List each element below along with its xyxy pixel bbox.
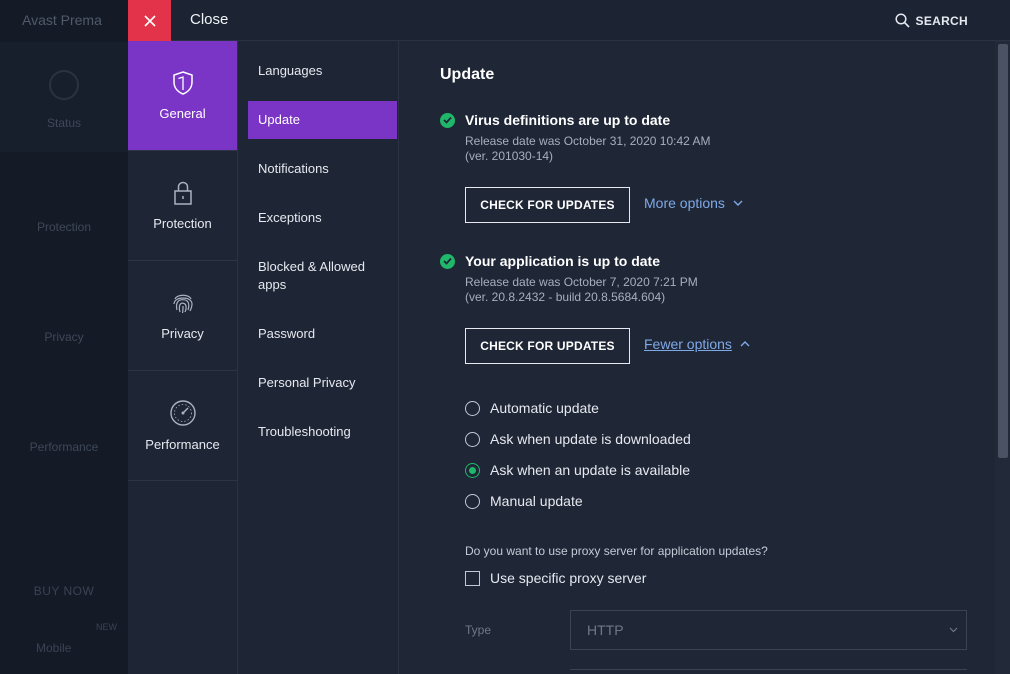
radio-label: Ask when an update is available	[490, 462, 691, 478]
radio-button-selected[interactable]	[465, 462, 480, 478]
application-status-title: Your application is up to date	[465, 253, 660, 269]
virus-version: (ver. 201030-14)	[465, 149, 554, 163]
check-app-updates-button[interactable]: CHECK FOR UPDATES	[465, 328, 630, 364]
update-panel: Update Virus definitions are up to date …	[399, 41, 1010, 674]
app-version: (ver. 20.8.2432 - build 20.8.5684.604)	[465, 290, 666, 304]
close-button[interactable]	[128, 0, 171, 41]
app-release-date: Release date was October 7, 2020 7:21 PM	[465, 275, 698, 289]
background-mobile: Mobile	[36, 641, 72, 655]
category-protection[interactable]: Protection	[128, 151, 237, 261]
category-general[interactable]: General	[128, 41, 237, 151]
background-app-title: Avast Prema	[22, 12, 102, 28]
radio-label: Manual update	[490, 493, 583, 509]
proxy-type-value: HTTP	[587, 622, 624, 638]
search-label: SEARCH	[915, 13, 968, 28]
fewer-options-link[interactable]: Fewer options	[644, 336, 750, 352]
category-privacy[interactable]: Privacy	[128, 261, 237, 371]
radio-ask-when-available[interactable]: Ask when an update is available	[465, 462, 690, 478]
proxy-type-select[interactable]: HTTP	[570, 610, 967, 650]
proxy-checkbox-label: Use specific proxy server	[490, 570, 647, 586]
proxy-address-field[interactable]	[570, 669, 967, 674]
category-performance[interactable]: Performance	[128, 371, 237, 481]
check-circle-icon	[440, 253, 455, 269]
background-new-badge: NEW	[96, 622, 117, 632]
check-virus-updates-button[interactable]: CHECK FOR UPDATES	[465, 187, 630, 223]
fewer-options-label: Fewer options	[644, 336, 732, 352]
scrollbar-thumb[interactable]	[998, 44, 1008, 458]
submenu-update[interactable]: Update	[248, 101, 397, 139]
submenu-password[interactable]: Password	[248, 315, 397, 353]
fingerprint-icon	[172, 294, 193, 314]
search-button[interactable]: SEARCH	[894, 13, 968, 28]
settings-categories: General Protection Privacy Performance	[128, 41, 238, 674]
lock-icon	[173, 181, 192, 205]
submenu-exceptions[interactable]: Exceptions	[248, 199, 397, 237]
close-icon	[143, 14, 156, 27]
radio-manual-update[interactable]: Manual update	[465, 493, 583, 509]
page-title: Update	[440, 66, 495, 83]
submenu-notifications[interactable]: Notifications	[248, 150, 397, 188]
radio-label: Automatic update	[490, 400, 599, 416]
category-general-label: General	[159, 106, 206, 121]
scrollbar-track[interactable]	[995, 41, 1010, 674]
submenu-personal-privacy[interactable]: Personal Privacy	[248, 364, 397, 402]
virus-definitions-title: Virus definitions are up to date	[465, 112, 671, 128]
submenu-languages[interactable]: Languages	[248, 52, 397, 90]
more-options-link[interactable]: More options	[644, 195, 743, 211]
submenu-blocked-allowed-apps[interactable]: Blocked & Allowed apps	[248, 248, 397, 304]
search-icon	[894, 13, 910, 28]
settings-topbar: Close SEARCH	[128, 0, 1010, 41]
submenu-troubleshooting[interactable]: Troubleshooting	[248, 413, 397, 451]
proxy-question: Do you want to use proxy server for appl…	[465, 544, 768, 558]
proxy-checkbox-row[interactable]: Use specific proxy server	[465, 570, 646, 586]
virus-definitions-status: Virus definitions are up to date Release…	[440, 112, 711, 164]
category-protection-label: Protection	[153, 216, 212, 231]
chevron-down-icon	[949, 627, 958, 633]
category-performance-label: Performance	[145, 437, 220, 452]
background-nav-status: Status	[0, 70, 128, 130]
background-nav-protection: Protection	[36, 220, 92, 234]
application-status: Your application is up to date Release d…	[440, 253, 698, 305]
check-circle-icon	[440, 112, 455, 128]
radio-ask-when-downloaded[interactable]: Ask when update is downloaded	[465, 431, 691, 447]
shield-icon	[172, 71, 193, 95]
more-options-label: More options	[644, 195, 725, 211]
background-nav-performance: Performance	[29, 440, 99, 454]
general-submenu: Languages Update Notifications Exception…	[238, 41, 399, 674]
category-privacy-label: Privacy	[161, 326, 204, 341]
background-app: Avast Prema Status Protection Privacy Pe…	[0, 0, 128, 674]
chevron-down-icon	[733, 200, 743, 206]
speedometer-icon	[169, 400, 196, 426]
background-nav-privacy: Privacy	[44, 330, 84, 344]
background-buy-now: BUY NOW	[33, 584, 95, 598]
proxy-checkbox[interactable]	[465, 570, 480, 586]
radio-button[interactable]	[465, 431, 480, 447]
radio-button[interactable]	[465, 400, 480, 416]
chevron-up-icon	[740, 341, 750, 347]
radio-automatic-update[interactable]: Automatic update	[465, 400, 599, 416]
radio-button[interactable]	[465, 493, 480, 509]
virus-release-date: Release date was October 31, 2020 10:42 …	[465, 134, 711, 148]
close-label[interactable]: Close	[190, 11, 228, 28]
background-status-icon	[49, 70, 79, 100]
proxy-type-label: Type	[465, 623, 492, 637]
radio-label: Ask when update is downloaded	[490, 431, 691, 447]
